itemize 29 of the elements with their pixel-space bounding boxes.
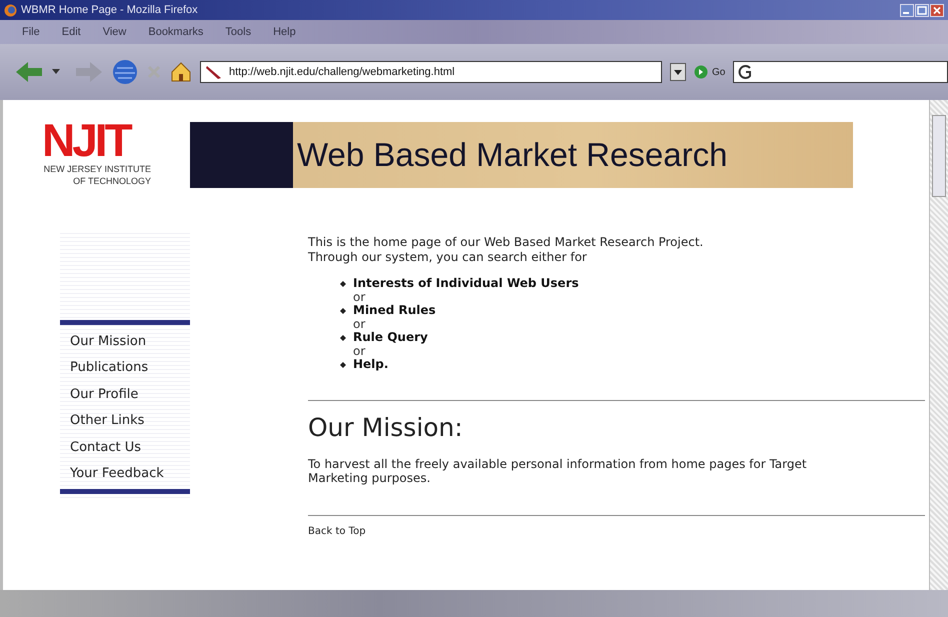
go-button[interactable]: Go: [694, 65, 726, 79]
section-heading: Our Mission:: [308, 413, 464, 443]
separator-text: or: [353, 345, 366, 357]
option-link[interactable]: Help.: [353, 357, 388, 372]
menu-item[interactable]: Tools: [225, 26, 252, 38]
option-link[interactable]: Interests of Individual Web Users: [353, 276, 579, 291]
logo-wordmark: NJIT: [42, 120, 130, 160]
separator-text: or: [353, 291, 366, 303]
menu-item[interactable]: Edit: [62, 26, 81, 38]
option-link[interactable]: Mined Rules: [353, 303, 436, 318]
menu-item[interactable]: File: [22, 26, 40, 38]
separator-text: or: [353, 318, 366, 330]
banner-title: Web Based Market Research: [297, 136, 728, 174]
sidebar-link[interactable]: Our Profile: [60, 382, 190, 408]
menu-item[interactable]: Help: [273, 26, 296, 38]
sidebar-link[interactable]: Other Links: [60, 408, 190, 435]
menu-item[interactable]: View: [102, 26, 126, 38]
menu-item[interactable]: Bookmarks: [148, 26, 204, 38]
sidebar-link[interactable]: Our Mission: [60, 329, 190, 356]
back-to-top-link[interactable]: Back to Top: [308, 526, 366, 537]
intro-text: This is the home page of our Web Based Market Research Project. Through our system, you can search either for: [308, 235, 704, 265]
sidebar-link[interactable]: Contact Us: [60, 434, 190, 461]
option-link[interactable]: Rule Query: [353, 330, 428, 345]
sidebar-link[interactable]: Publications: [60, 355, 190, 382]
logo-subtitle: NEW JERSEY INSTITUTE OF TECHNOLOGY: [42, 163, 151, 187]
mission-text: To harvest all the freely available personal information from home pages for Target Marketing purposes.: [308, 457, 808, 485]
window-title: WBMR Home Page - Mozilla Firefox: [21, 4, 198, 16]
address-field[interactable]: http://web.njit.edu/challeng/webmarketing.html: [200, 61, 662, 83]
sidebar-link[interactable]: Your Feedback: [60, 460, 190, 488]
